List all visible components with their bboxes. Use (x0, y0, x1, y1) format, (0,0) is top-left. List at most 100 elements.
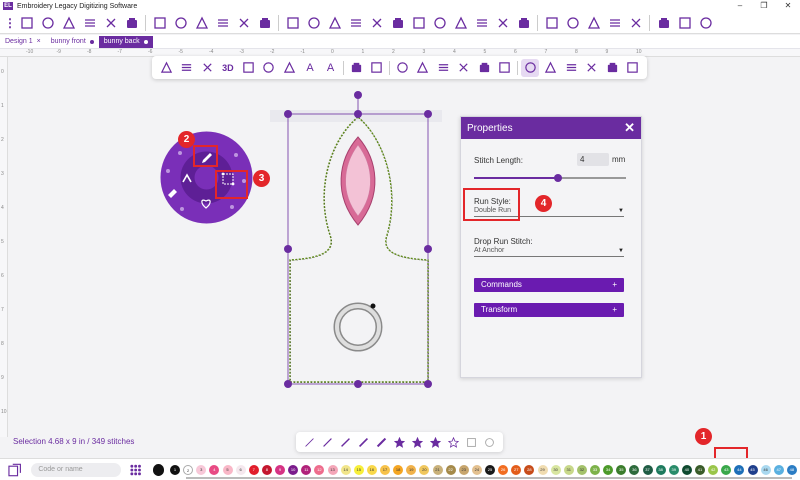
hoop-icon[interactable] (152, 15, 168, 31)
layers-icon[interactable] (677, 15, 693, 31)
bezier-icon[interactable] (414, 59, 432, 77)
color-swatch[interactable]: 9 (275, 464, 286, 475)
color-swatch[interactable]: 5 (222, 464, 233, 475)
color-swatch[interactable]: 15 (353, 464, 364, 475)
mirror-icon[interactable] (390, 15, 406, 31)
machine-icon[interactable] (544, 15, 560, 31)
color-swatch[interactable]: 12 (314, 464, 325, 475)
color-swatch[interactable]: 3 (196, 464, 207, 475)
star3-icon[interactable] (428, 435, 443, 450)
brush-icon[interactable] (338, 435, 353, 450)
star-outline-icon[interactable] (446, 435, 461, 450)
satin-icon[interactable] (374, 435, 389, 450)
folder-icon[interactable] (347, 59, 365, 77)
arch-icon[interactable] (327, 15, 343, 31)
grid-icon[interactable] (348, 15, 364, 31)
star-icon[interactable] (392, 435, 407, 450)
color-swatch[interactable]: 21 (432, 464, 443, 475)
tab-bunny-front[interactable]: bunny front (46, 36, 99, 48)
color-swatch[interactable]: 10 (288, 464, 299, 475)
color-swatch[interactable]: 2 (183, 464, 194, 475)
color-swatch[interactable]: 11 (301, 464, 312, 475)
color-swatch[interactable]: 24 (471, 464, 482, 475)
color-swatch[interactable]: 17 (380, 464, 391, 475)
color-swatch[interactable]: 28 (524, 464, 535, 475)
close-icon[interactable]: ✕ (624, 120, 635, 136)
photo-stitch-icon[interactable] (624, 59, 642, 77)
measure-icon[interactable] (516, 15, 532, 31)
pen-icon[interactable] (393, 59, 411, 77)
color-swatch[interactable]: 40 (681, 464, 692, 475)
run-icon[interactable] (496, 59, 514, 77)
palette-icon[interactable] (8, 463, 21, 477)
box-select-icon[interactable] (199, 59, 217, 77)
point-icon[interactable] (455, 59, 473, 77)
color-swatch[interactable]: 41 (695, 464, 706, 475)
color-swatch[interactable]: 45 (747, 464, 758, 475)
drop-run-dropdown[interactable]: At Anchor ▼ (474, 247, 624, 257)
shape-edit-icon[interactable] (434, 59, 452, 77)
close-window-button[interactable]: ✕ (776, 0, 800, 12)
arrow-icon[interactable] (475, 59, 493, 77)
color-swatch[interactable]: 36 (629, 464, 640, 475)
color-swatch[interactable]: 19 (406, 464, 417, 475)
minimize-button[interactable]: – (728, 0, 752, 12)
menu-icon[interactable]: ⋮ (4, 16, 16, 30)
color-swatch[interactable]: 26 (498, 464, 509, 475)
color-swatch[interactable]: 7 (248, 464, 259, 475)
3d-icon[interactable]: 3D (219, 59, 237, 77)
lock-icon[interactable] (628, 15, 644, 31)
text-outline-icon[interactable]: A (322, 59, 340, 77)
color-swatch[interactable]: 35 (616, 464, 627, 475)
square-icon[interactable] (464, 435, 479, 450)
current-color-swatch[interactable] (152, 463, 165, 476)
paste-icon[interactable] (236, 15, 252, 31)
stitch-icon[interactable] (586, 15, 602, 31)
color-swatch[interactable]: 43 (721, 464, 732, 475)
color-search-input[interactable]: Code or name (31, 462, 122, 477)
color-swatch[interactable]: 32 (576, 464, 587, 475)
crop-icon[interactable] (306, 15, 322, 31)
cross-icon[interactable] (563, 59, 581, 77)
monitor-icon[interactable] (240, 59, 258, 77)
color-swatch[interactable]: 29 (537, 464, 548, 475)
slider-knob[interactable] (553, 174, 562, 182)
commands-button[interactable]: Commands + (474, 278, 624, 292)
color-swatch[interactable]: 14 (340, 464, 351, 475)
export-icon[interactable] (124, 15, 140, 31)
hand-icon[interactable] (260, 59, 278, 77)
palette-scrollbar[interactable] (186, 477, 792, 479)
document-icon[interactable] (19, 15, 35, 31)
color-swatch[interactable]: 20 (419, 464, 430, 475)
stitch-length-input[interactable]: 4 (577, 153, 609, 166)
color-swatch[interactable]: 8 (261, 464, 272, 475)
save-as-icon[interactable] (82, 15, 98, 31)
star2-icon[interactable] (410, 435, 425, 450)
align-icon[interactable] (369, 15, 385, 31)
color-swatch[interactable]: 25 (485, 464, 496, 475)
list-icon[interactable] (656, 15, 672, 31)
color-swatch[interactable]: 39 (668, 464, 679, 475)
color-wheel-icon[interactable] (565, 15, 581, 31)
color-swatch[interactable]: 31 (563, 464, 574, 475)
color-swatch[interactable]: 23 (458, 464, 469, 475)
phone-icon[interactable] (411, 15, 427, 31)
color-swatch[interactable]: 44 (734, 464, 745, 475)
color-swatch[interactable]: 34 (603, 464, 614, 475)
color-swatch[interactable]: 37 (642, 464, 653, 475)
open-folder-icon[interactable] (40, 15, 56, 31)
text-icon[interactable]: A (301, 59, 319, 77)
color-swatch[interactable]: 42 (708, 464, 719, 475)
save-icon[interactable] (61, 15, 77, 31)
color-swatch[interactable]: 38 (655, 464, 666, 475)
color-swatch[interactable]: 47 (773, 464, 784, 475)
grid4-icon[interactable] (474, 15, 490, 31)
color-swatch[interactable]: 1 (170, 464, 181, 475)
curve-icon[interactable] (320, 435, 335, 450)
copy-icon[interactable] (215, 15, 231, 31)
color-swatch[interactable]: 27 (511, 464, 522, 475)
color-swatch[interactable]: 4 (209, 464, 220, 475)
zoom-icon[interactable] (281, 59, 299, 77)
color-swatch[interactable]: 22 (445, 464, 456, 475)
close-tab-icon[interactable]: × (37, 36, 41, 48)
